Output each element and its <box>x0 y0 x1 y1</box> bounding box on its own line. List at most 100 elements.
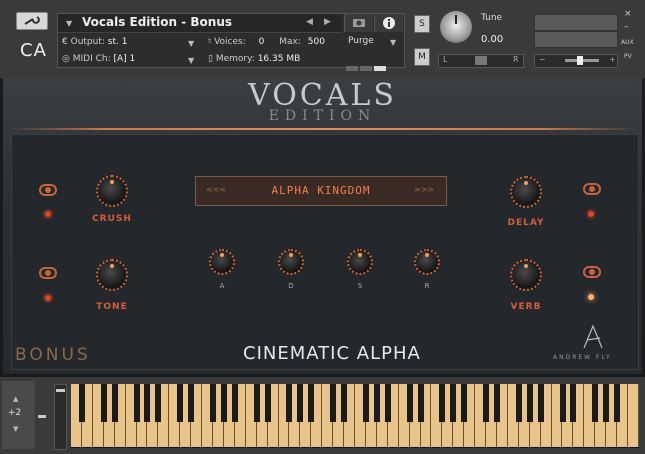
pv-button[interactable]: PV <box>624 53 632 60</box>
delay-led <box>588 211 594 217</box>
wrench-button[interactable] <box>16 12 48 30</box>
black-key[interactable] <box>559 384 566 422</box>
pitch-slider[interactable] <box>38 385 46 445</box>
black-key[interactable] <box>231 384 238 422</box>
attack-knob[interactable] <box>209 249 235 275</box>
crush-knob[interactable] <box>96 175 128 207</box>
minimize-icon[interactable]: – <box>624 22 629 32</box>
black-key[interactable] <box>264 384 271 422</box>
black-key[interactable] <box>515 384 522 422</box>
black-key[interactable] <box>384 384 391 422</box>
black-key[interactable] <box>537 384 544 422</box>
brand-logo: CINEMATIC ALPHA <box>243 343 421 364</box>
output-label: Output: <box>70 37 105 47</box>
black-key[interactable] <box>308 384 315 422</box>
controls-area <box>11 134 639 370</box>
pitch-handle[interactable] <box>38 415 46 418</box>
black-key[interactable] <box>78 384 85 422</box>
sustain-label: S <box>357 282 363 290</box>
black-key[interactable] <box>439 384 446 422</box>
black-key[interactable] <box>373 384 380 422</box>
black-key[interactable] <box>461 384 468 422</box>
midi-row[interactable]: ◎ MIDI Ch: [A] 1 <box>62 54 135 64</box>
mute-button[interactable]: M <box>414 48 430 66</box>
close-icon[interactable]: × <box>624 9 632 19</box>
piano-keyboard[interactable] <box>71 384 639 448</box>
tune-knob[interactable] <box>440 11 472 43</box>
black-key[interactable] <box>494 384 500 422</box>
crush-label: CRUSH <box>92 214 132 224</box>
black-key[interactable] <box>614 384 621 422</box>
midi-label: MIDI Ch: <box>72 54 111 64</box>
chevron-down-icon[interactable]: ▼ <box>66 19 72 28</box>
delay-knob[interactable] <box>510 176 542 208</box>
black-key[interactable] <box>220 384 227 422</box>
instrument-title: Vocals Edition - Bonus <box>82 15 233 29</box>
title-bar: ▼ Vocals Edition - Bonus ◀ ▶ <box>58 14 342 33</box>
volume-handle[interactable] <box>577 56 583 65</box>
black-key[interactable] <box>570 384 577 422</box>
delay-label: DELAY <box>507 218 545 228</box>
output-row[interactable]: € Output: st. 1 <box>62 37 127 47</box>
delay-toggle-icon[interactable] <box>582 182 602 196</box>
octave-up-icon[interactable]: ▲ <box>13 395 18 403</box>
info-button[interactable] <box>374 14 403 32</box>
pan-handle[interactable] <box>475 56 487 65</box>
aux-button[interactable]: AUX <box>621 39 634 46</box>
mod-wheel[interactable] <box>54 384 67 450</box>
tone-knob[interactable] <box>96 259 128 291</box>
volume-slider[interactable]: − + <box>534 54 618 68</box>
verb-label: VERB <box>510 302 542 312</box>
output-dropdown-icon[interactable]: ▼ <box>188 39 194 48</box>
pan-right-label: R <box>513 55 519 64</box>
black-key[interactable] <box>450 384 457 422</box>
memory-row: ▯ Memory: 16.35 MB <box>208 54 300 64</box>
black-key[interactable] <box>286 384 293 422</box>
octave-down-icon[interactable]: ▼ <box>13 425 18 433</box>
black-key[interactable] <box>155 384 162 422</box>
verb-knob[interactable] <box>510 259 542 291</box>
decay-knob[interactable] <box>278 249 304 275</box>
black-key[interactable] <box>100 384 107 422</box>
black-key[interactable] <box>341 384 348 422</box>
solo-button[interactable]: S <box>414 15 430 33</box>
black-key[interactable] <box>253 384 260 422</box>
black-key[interactable] <box>362 384 369 422</box>
black-key[interactable] <box>603 384 610 422</box>
release-knob[interactable] <box>414 249 440 275</box>
black-key[interactable] <box>592 384 599 422</box>
purge-dropdown[interactable]: Purge ▼ <box>344 33 402 51</box>
black-key[interactable] <box>111 384 118 422</box>
crush-toggle-icon[interactable] <box>38 183 58 197</box>
black-key[interactable] <box>144 384 151 422</box>
memory-label: Memory: <box>215 54 255 64</box>
preset-display[interactable]: <<< ALPHA KINGDOM >>> <box>195 176 447 206</box>
prev-instrument-icon[interactable]: ◀ <box>306 17 313 27</box>
voices-label: Voices: <box>214 37 246 47</box>
sustain-knob[interactable] <box>347 249 373 275</box>
black-key[interactable] <box>406 384 413 422</box>
snapshot-button[interactable] <box>344 14 373 32</box>
verb-toggle-icon[interactable] <box>582 265 602 279</box>
black-key[interactable] <box>483 384 490 422</box>
white-key[interactable] <box>628 384 639 447</box>
black-key[interactable] <box>526 384 533 422</box>
black-key[interactable] <box>330 384 337 422</box>
black-key[interactable] <box>133 384 140 422</box>
pan-slider[interactable]: L R <box>438 54 524 68</box>
black-key[interactable] <box>177 384 184 422</box>
max-voices-value[interactable]: 500 <box>308 37 325 47</box>
divider <box>11 128 637 130</box>
black-key[interactable] <box>417 384 424 422</box>
tone-toggle-icon[interactable] <box>38 266 58 280</box>
black-key[interactable] <box>210 384 216 422</box>
midi-dropdown-icon[interactable]: ▼ <box>188 56 194 65</box>
info-icon <box>383 17 395 29</box>
black-key[interactable] <box>188 384 195 422</box>
ca-logo: CA <box>20 40 47 61</box>
next-instrument-icon[interactable]: ▶ <box>324 17 331 27</box>
black-key[interactable] <box>297 384 304 422</box>
memory-value: 16.35 MB <box>257 54 301 64</box>
preset-next-button[interactable]: >>> <box>414 185 434 194</box>
mod-handle[interactable] <box>56 389 65 392</box>
